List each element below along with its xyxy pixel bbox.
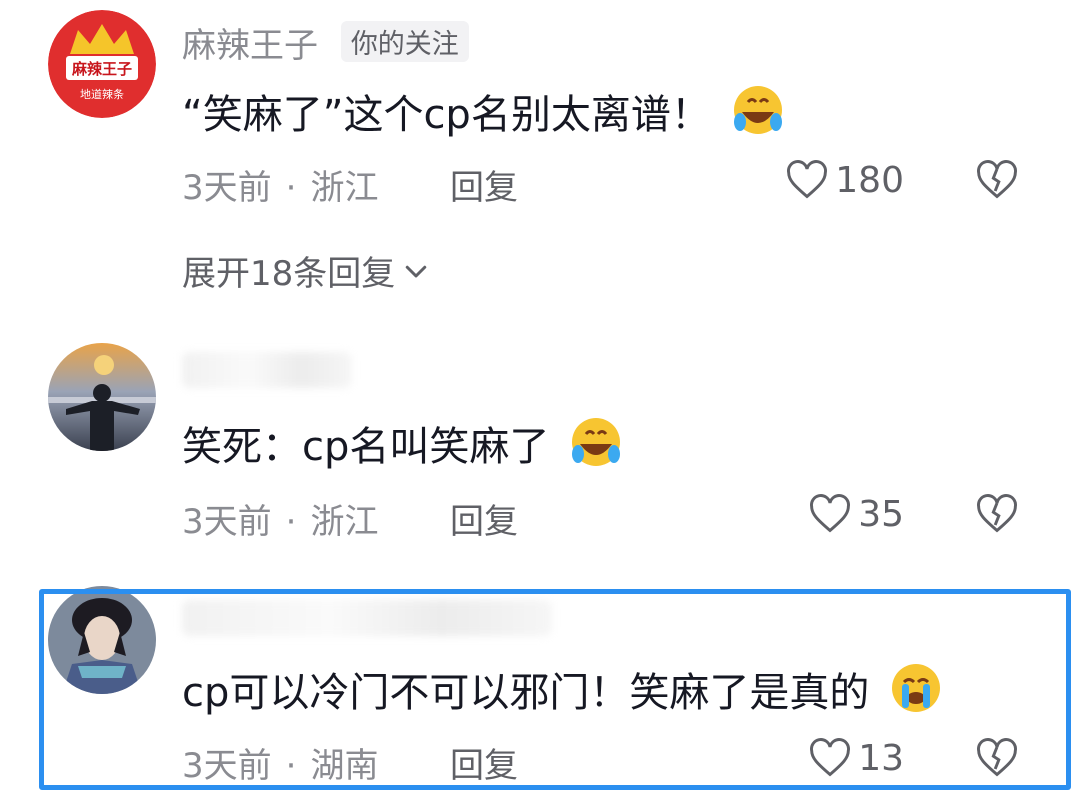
- comment-text: “笑麻了”这个cp名别太离谱！: [182, 82, 786, 141]
- comment-text: 笑死：cp名叫笑麻了: [182, 414, 624, 473]
- meta-dot: ·: [285, 502, 297, 542]
- meta-dot: ·: [285, 168, 297, 208]
- avatar-malawangzi[interactable]: 麻辣王子 地道辣条: [48, 10, 156, 118]
- blurred-username: [182, 352, 352, 388]
- comment-location: 浙江: [310, 502, 379, 542]
- like-count: 35: [858, 493, 904, 535]
- comment-text-content: 笑死：cp名叫笑麻了: [182, 424, 550, 470]
- avatar-user-2[interactable]: [48, 343, 156, 451]
- comment-text-content: “笑麻了”这个cp名别太离谱！: [182, 92, 711, 138]
- rofl-emoji-icon: [733, 86, 782, 134]
- following-tag: 你的关注: [340, 21, 469, 62]
- heart-icon: [787, 160, 828, 199]
- comment-meta: 3天前 · 浙江: [182, 160, 378, 209]
- comment-location: 浙江: [310, 168, 379, 208]
- chevron-down-icon: [406, 265, 427, 277]
- expand-replies-button[interactable]: 展开18条回复: [182, 246, 431, 295]
- username[interactable]: 麻辣王子 你的关注: [182, 18, 469, 67]
- brand-logo-icon: 麻辣王子 地道辣条: [48, 10, 156, 118]
- comment-meta: 3天前 · 浙江: [182, 494, 378, 543]
- sunset-person-avatar-icon: [48, 343, 156, 451]
- broken-heart-icon[interactable]: [975, 158, 1019, 202]
- comment-time: 3天前: [182, 502, 272, 542]
- broken-heart-icon[interactable]: [975, 492, 1019, 536]
- avatar-brand-text: 麻辣王子: [71, 60, 132, 78]
- highlight-frame: [39, 589, 1071, 790]
- like-count: 180: [835, 159, 904, 201]
- username-text: 麻辣王子: [182, 26, 318, 66]
- avatar-slogan-text: 地道辣条: [80, 87, 124, 101]
- comment-time: 3天前: [182, 168, 272, 208]
- like-button[interactable]: 180: [785, 158, 904, 202]
- like-button[interactable]: 35: [808, 492, 904, 536]
- reply-button[interactable]: 回复: [450, 494, 518, 543]
- expand-replies-label: 展开18条回复: [182, 254, 396, 294]
- rofl-emoji-icon: [572, 418, 621, 466]
- reply-button[interactable]: 回复: [450, 160, 518, 209]
- heart-icon: [810, 494, 851, 533]
